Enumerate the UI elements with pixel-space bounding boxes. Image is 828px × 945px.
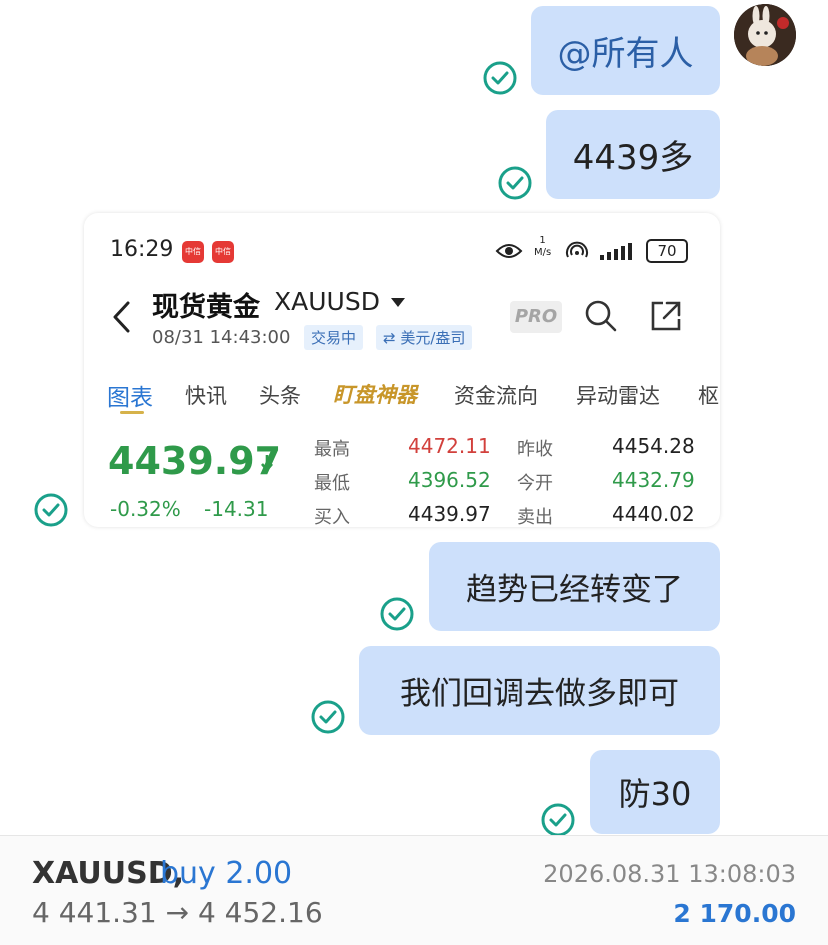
battery-icon: 70 (646, 239, 688, 263)
stat-value: 4396.52 (408, 468, 491, 492)
signal-icon (600, 243, 632, 260)
tab-more[interactable]: 枢 (698, 380, 719, 410)
stat-label: 最低 (314, 473, 350, 494)
tab-headlines[interactable]: 头条 (259, 380, 301, 410)
message-text: 趋势已经转变了 (466, 572, 683, 608)
trade-action: buy 2.00 (160, 856, 293, 891)
tab-monitor[interactable]: 盯盘神器 (333, 379, 417, 409)
tab-news-flash[interactable]: 快讯 (185, 380, 227, 410)
currency-unit: ⇄ 美元/盎司 (376, 325, 473, 350)
last-price: 4439.97 (108, 439, 282, 483)
message-bubble[interactable]: 趋势已经转变了 (429, 542, 720, 631)
avatar[interactable] (734, 4, 796, 66)
stat-value: 4439.97 (408, 502, 491, 526)
stat-label: 昨收 (517, 439, 553, 460)
stat-value: 4440.02 (612, 502, 695, 526)
back-icon[interactable] (110, 300, 132, 334)
instrument-title: 现货黄金 (152, 292, 260, 323)
share-icon[interactable] (649, 299, 683, 333)
message-bubble[interactable]: 4439多 (546, 110, 720, 199)
message-text: 防30 (618, 775, 692, 813)
stat-label: 买入 (314, 507, 350, 527)
status-badge: 中信 (212, 241, 234, 263)
trade-prices: 4 441.31 → 4 452.16 (32, 896, 323, 929)
status-badge: 中信 (182, 241, 204, 263)
down-arrow-icon (261, 455, 273, 473)
stat-label: 卖出 (517, 507, 553, 527)
eye-icon (495, 244, 523, 258)
stat-label: 最高 (314, 439, 350, 460)
check-icon (541, 803, 575, 837)
instrument-symbol[interactable]: XAUUSD (274, 287, 380, 316)
status-time: 16:29 (110, 237, 174, 262)
stat-value: 4432.79 (612, 468, 695, 492)
network-speed: 1 M/s (534, 235, 552, 258)
dropdown-icon[interactable] (391, 298, 405, 308)
message-bubble[interactable]: 防30 (590, 750, 720, 834)
tab-active-indicator (120, 411, 144, 414)
change-percent: -0.32% (110, 497, 181, 521)
hotspot-icon (566, 241, 588, 258)
quote-screenshot[interactable]: 16:29 中信 中信 1 M/s 70 现货黄金 XAUUSD 08/31 1… (84, 213, 720, 527)
message-bubble[interactable]: 我们回调去做多即可 (359, 646, 720, 735)
tab-radar[interactable]: 异动雷达 (576, 380, 660, 410)
stat-label: 今开 (517, 473, 553, 494)
stat-value: 4472.11 (408, 434, 491, 458)
message-text: @所有人 (557, 34, 694, 74)
check-icon (380, 597, 414, 631)
tab-chart[interactable]: 图表 (107, 378, 153, 412)
trade-profit: 2 170.00 (673, 899, 796, 928)
message-text: 4439多 (572, 138, 694, 178)
check-icon (498, 166, 532, 200)
message-bubble[interactable]: @所有人 (531, 6, 720, 95)
change-amount: -14.31 (204, 497, 269, 521)
stat-value: 4454.28 (612, 434, 695, 458)
quote-datetime: 08/31 14:43:00 (152, 327, 291, 348)
message-text: 我们回调去做多即可 (400, 676, 679, 712)
pro-button[interactable]: PRO (510, 301, 562, 333)
search-icon[interactable] (584, 299, 618, 333)
check-icon (311, 700, 345, 734)
trade-summary: XAUUSD, buy 2.00 4 441.31 → 4 452.16 202… (0, 835, 828, 945)
check-icon (483, 61, 517, 95)
trade-timestamp: 2026.08.31 13:08:03 (543, 860, 796, 888)
tab-fund-flow[interactable]: 资金流向 (454, 380, 538, 410)
check-icon (34, 493, 68, 527)
trading-status: 交易中 (304, 325, 364, 350)
